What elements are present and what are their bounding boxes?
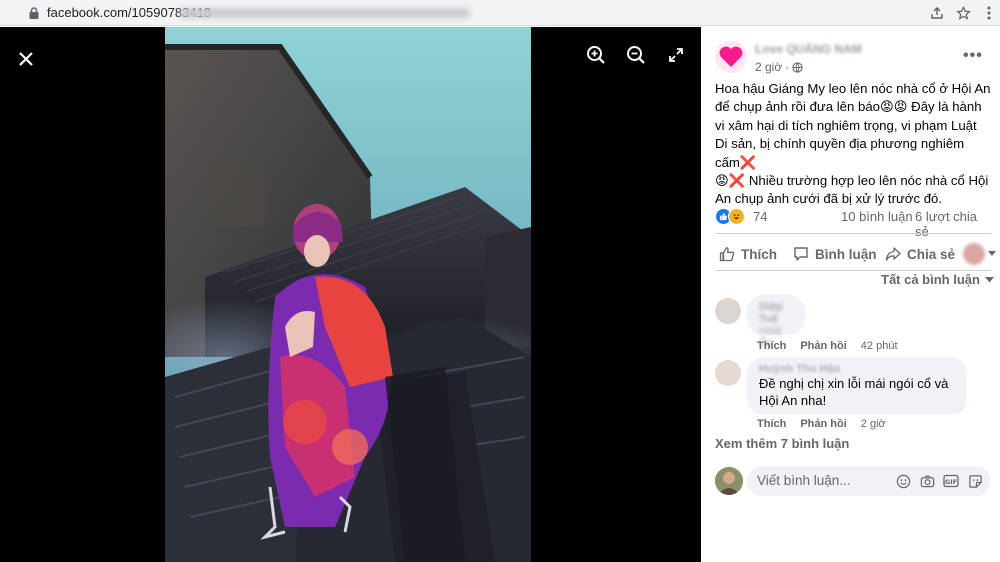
- comment-label: Bình luận: [815, 246, 877, 262]
- fullscreen-icon: [669, 48, 683, 62]
- post-caption: Hoa hậu Giáng My leo lên nóc nhà cổ ở Hộ…: [715, 80, 991, 209]
- sort-label: Tất cả bình luận: [881, 272, 980, 287]
- comment-composer[interactable]: Viết bình luận... GIF: [747, 466, 991, 496]
- comment-bubble-icon: [794, 247, 808, 261]
- divider: [715, 270, 991, 271]
- sticker-icon[interactable]: [967, 473, 983, 489]
- post-time[interactable]: 2 giờ ·: [755, 60, 803, 74]
- share-count[interactable]: 6 lượt chia sẻ: [915, 209, 991, 239]
- divider: [715, 233, 991, 234]
- caption-text-3: Nhiều trường hợp leo lên nóc nhà cổ Hội …: [715, 173, 989, 207]
- cross-mark-emoji-2: ❌: [728, 173, 746, 189]
- comment-bubble: Huỳnh Thu Hậu Đề nghị chị xin lỗi mái ng…: [747, 357, 967, 415]
- angry-emoji-2: 😡: [715, 173, 729, 189]
- haha-reaction-icon: [728, 208, 745, 225]
- zoom-out-button[interactable]: [625, 44, 647, 66]
- comment-button[interactable]: Bình luận: [793, 243, 877, 265]
- commenter-avatar[interactable]: [715, 360, 741, 386]
- comment-meta: Thích Phản hồi 2 giờ: [757, 418, 886, 430]
- angry-emoji: 😡😡: [880, 99, 908, 115]
- share-page-icon[interactable]: [928, 4, 946, 22]
- globe-icon: [792, 61, 803, 73]
- comment-bubble: Diệp Tuệ Hoài Ốc: [747, 295, 805, 349]
- post-panel: Love QUẢNG NAM 2 giờ · ••• Hoa hậu Giáng…: [701, 27, 1000, 562]
- page-avatar[interactable]: [715, 41, 747, 73]
- comment-like-link[interactable]: Thích: [757, 418, 786, 430]
- gif-icon[interactable]: GIF: [943, 473, 959, 489]
- like-button[interactable]: Thích: [719, 243, 777, 265]
- thumbs-up-icon: [719, 247, 735, 262]
- url-redacted: [180, 8, 470, 18]
- commenter-name[interactable]: Huỳnh Thu Hậu: [759, 363, 955, 375]
- photo-viewer: [0, 27, 701, 562]
- post-time-text: 2 giờ: [755, 60, 783, 74]
- comment-time[interactable]: 42 phút: [861, 340, 898, 352]
- comment-reply-link[interactable]: Phản hồi: [800, 340, 846, 352]
- comment-text: Đề nghị chị xin lỗi mái ngói cổ và Hội A…: [759, 376, 949, 408]
- svg-text:GIF: GIF: [945, 478, 957, 486]
- page-name[interactable]: Love QUẢNG NAM: [755, 42, 862, 56]
- zoom-in-icon: [587, 46, 605, 64]
- reactions-row: 74 10 bình luận 6 lượt chia sẻ: [715, 207, 991, 239]
- browser-address-bar: facebook.com/10590783418: [0, 0, 1000, 26]
- browser-menu-icon[interactable]: [980, 4, 998, 22]
- comment-time[interactable]: 2 giờ: [861, 418, 886, 430]
- see-more-comments-link[interactable]: Xem thêm 7 bình luận: [715, 436, 849, 451]
- close-icon: [19, 52, 33, 66]
- caret-down-icon: [984, 276, 994, 282]
- fullscreen-button[interactable]: [665, 44, 687, 66]
- bookmark-star-icon[interactable]: [954, 4, 972, 22]
- heart-icon: [719, 46, 743, 67]
- share-button[interactable]: Chia sẻ: [885, 243, 955, 265]
- dot-separator: ·: [785, 60, 790, 74]
- chevron-down-icon[interactable]: [988, 251, 996, 257]
- zoom-out-icon: [627, 46, 645, 64]
- more-options-button[interactable]: •••: [963, 47, 983, 65]
- share-arrow-icon: [885, 247, 901, 261]
- comment-input-placeholder[interactable]: Viết bình luận...: [757, 473, 851, 488]
- share-label: Chia sẻ: [907, 246, 956, 262]
- comment-reply-link[interactable]: Phản hồi: [800, 418, 846, 430]
- lock-icon: [29, 7, 39, 19]
- zoom-in-button[interactable]: [585, 44, 607, 66]
- reaction-count[interactable]: 74: [753, 209, 767, 224]
- emoji-icon[interactable]: [895, 473, 911, 489]
- comment-sort-dropdown[interactable]: Tất cả bình luận: [881, 272, 994, 287]
- viewer-avatar-dropdown[interactable]: [963, 243, 985, 265]
- comment-meta: Thích Phản hồi 42 phút: [757, 340, 898, 352]
- commenter-avatar[interactable]: [715, 298, 741, 324]
- like-label: Thích: [741, 246, 777, 262]
- cross-mark-emoji: ❌: [739, 154, 757, 170]
- commenter-name[interactable]: Diệp Tuệ: [759, 301, 793, 325]
- comment-like-link[interactable]: Thích: [757, 340, 786, 352]
- post-photo[interactable]: [165, 27, 531, 562]
- comment-count[interactable]: 10 bình luận: [841, 209, 913, 224]
- reaction-icons[interactable]: [715, 208, 745, 225]
- current-user-avatar[interactable]: [715, 467, 743, 495]
- camera-icon[interactable]: [919, 473, 935, 489]
- close-viewer-button[interactable]: [14, 47, 38, 71]
